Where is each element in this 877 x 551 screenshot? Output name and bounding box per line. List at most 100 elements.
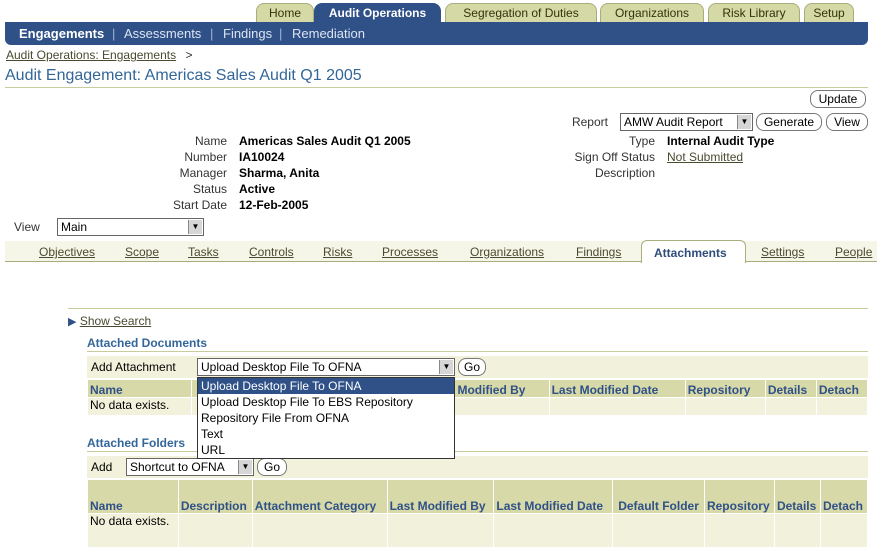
tab-home[interactable]: Home <box>256 3 314 22</box>
view-select-value: Main <box>61 220 88 234</box>
table-cell <box>251 513 388 548</box>
column-header[interactable]: Repository <box>684 379 766 398</box>
start-date-value: 12-Feb-2005 <box>239 198 309 212</box>
breadcrumb-link[interactable]: Audit Operations: Engagements <box>6 48 176 62</box>
table-cell <box>703 513 775 548</box>
dropdown-option[interactable]: Upload Desktop File To EBS Repository <box>198 394 454 410</box>
add-attachment-select[interactable]: Upload Desktop File To OFNA ▼ <box>197 358 455 376</box>
go-button[interactable]: Go <box>458 358 486 376</box>
add-folder-select-value: Shortcut to OFNA <box>130 460 225 474</box>
column-header[interactable]: Modified By <box>454 379 550 398</box>
type-value: Internal Audit Type <box>667 134 775 148</box>
report-select[interactable]: AMW Audit Report ▼ <box>620 113 753 131</box>
chevron-down-icon: ▼ <box>439 360 453 374</box>
column-header[interactable]: Details <box>764 379 817 398</box>
chevron-down-icon: ▼ <box>188 220 202 234</box>
table-cell <box>548 397 686 416</box>
column-header[interactable]: Last Modified By <box>386 479 495 514</box>
dropdown-option[interactable]: Repository File From OFNA <box>198 410 454 426</box>
update-button[interactable]: Update <box>810 90 866 108</box>
add-folder-label: Add <box>91 460 113 474</box>
description-label: Description <box>594 166 655 180</box>
subtab-processes[interactable]: Processes <box>382 245 438 259</box>
subtab-attachments[interactable]: Attachments <box>654 246 727 260</box>
report-select-value: AMW Audit Report <box>624 115 723 129</box>
column-header[interactable]: Default Folder <box>612 479 705 514</box>
view-label: View <box>14 220 40 234</box>
name-value: Americas Sales Audit Q1 2005 <box>239 134 411 148</box>
table-cell <box>815 397 869 416</box>
manager-label: Manager <box>179 166 227 180</box>
report-label: Report <box>571 115 608 129</box>
show-search-toggle[interactable]: ▶ Show Search <box>68 314 151 328</box>
dropdown-option[interactable]: Upload Desktop File To OFNA <box>198 378 454 394</box>
column-header[interactable]: Attachment Category <box>251 479 388 514</box>
status-value: Active <box>239 182 276 196</box>
subtab-risks[interactable]: Risks <box>323 245 352 259</box>
title-divider <box>5 87 868 88</box>
subtab-settings[interactable]: Settings <box>761 245 804 259</box>
chevron-down-icon: ▼ <box>737 115 751 129</box>
start-date-label: Start Date <box>172 198 227 212</box>
attached-folders-header: Attached Folders <box>87 436 186 450</box>
column-header[interactable]: Name <box>87 479 179 514</box>
attached-documents-header: Attached Documents <box>87 336 208 350</box>
go-folder-button[interactable]: Go <box>257 458 287 476</box>
expand-triangle-icon: ▶ <box>68 316 77 328</box>
view-select[interactable]: Main ▼ <box>57 218 204 236</box>
subtab-objectives[interactable]: Objectives <box>39 245 95 259</box>
dropdown-option[interactable]: URL <box>198 442 454 458</box>
attached-folders-table: Name Description Attachment Category Las… <box>87 479 869 548</box>
subtab-findings[interactable]: Findings <box>576 245 621 259</box>
nav-separator: | <box>279 26 283 41</box>
table-cell <box>819 513 869 548</box>
empty-message: No data exists. <box>87 513 179 548</box>
column-header[interactable]: Detach <box>819 479 869 514</box>
column-header[interactable]: Detach <box>815 379 869 398</box>
global-nav-bar: Engagements | Assessments | Findings | R… <box>5 22 868 45</box>
column-header[interactable]: Name <box>86 379 193 398</box>
column-header[interactable]: Description <box>177 479 253 514</box>
subtab-tasks[interactable]: Tasks <box>188 245 219 259</box>
sign-off-status-link[interactable]: Not Submitted <box>667 150 743 164</box>
table-cell <box>177 513 253 548</box>
dropdown-option[interactable]: Text <box>198 426 454 442</box>
breadcrumb-separator: > <box>185 48 193 62</box>
column-header[interactable]: Last Modified Date <box>548 379 686 398</box>
column-header[interactable]: Repository <box>703 479 775 514</box>
table-cell <box>684 397 766 416</box>
sign-off-status-label: Sign Off Status <box>574 150 656 164</box>
add-attachment-label: Add Attachment <box>91 360 176 374</box>
nav-separator: | <box>210 26 214 41</box>
generate-button[interactable]: Generate <box>756 113 822 131</box>
table-cell <box>773 513 821 548</box>
show-search-link[interactable]: Show Search <box>80 314 151 328</box>
tab-setup[interactable]: Setup <box>804 3 854 22</box>
table-cell <box>454 397 550 416</box>
subtab-organizations[interactable]: Organizations <box>470 245 544 259</box>
tab-segregation-of-duties[interactable]: Segregation of Duties <box>445 3 597 22</box>
empty-message: No data exists. <box>86 397 193 416</box>
nav-findings[interactable]: Findings <box>223 26 272 41</box>
subtab-controls[interactable]: Controls <box>249 245 294 259</box>
tab-risk-library[interactable]: Risk Library <box>708 3 800 22</box>
add-attachment-dropdown-list: Upload Desktop File To OFNA Upload Deskt… <box>197 377 455 459</box>
nav-remediation[interactable]: Remediation <box>292 26 365 41</box>
nav-assessments[interactable]: Assessments <box>124 26 201 41</box>
number-value: IA10024 <box>239 150 285 164</box>
nav-engagements[interactable]: Engagements <box>19 26 104 41</box>
add-folder-select[interactable]: Shortcut to OFNA ▼ <box>126 458 254 476</box>
type-label: Type <box>628 134 655 148</box>
subtab-scope[interactable]: Scope <box>125 245 159 259</box>
tab-audit-operations[interactable]: Audit Operations <box>314 3 441 22</box>
page-title: Audit Engagement: Americas Sales Audit Q… <box>5 67 362 84</box>
column-header[interactable]: Details <box>773 479 821 514</box>
table-cell <box>612 513 705 548</box>
subtab-people[interactable]: People <box>835 245 872 259</box>
column-header[interactable]: Last Modified Date <box>493 479 614 514</box>
subtab-divider <box>5 261 877 262</box>
view-report-button[interactable]: View <box>826 113 868 131</box>
name-label: Name <box>194 134 227 148</box>
number-label: Number <box>184 150 227 164</box>
tab-organizations[interactable]: Organizations <box>600 3 704 22</box>
